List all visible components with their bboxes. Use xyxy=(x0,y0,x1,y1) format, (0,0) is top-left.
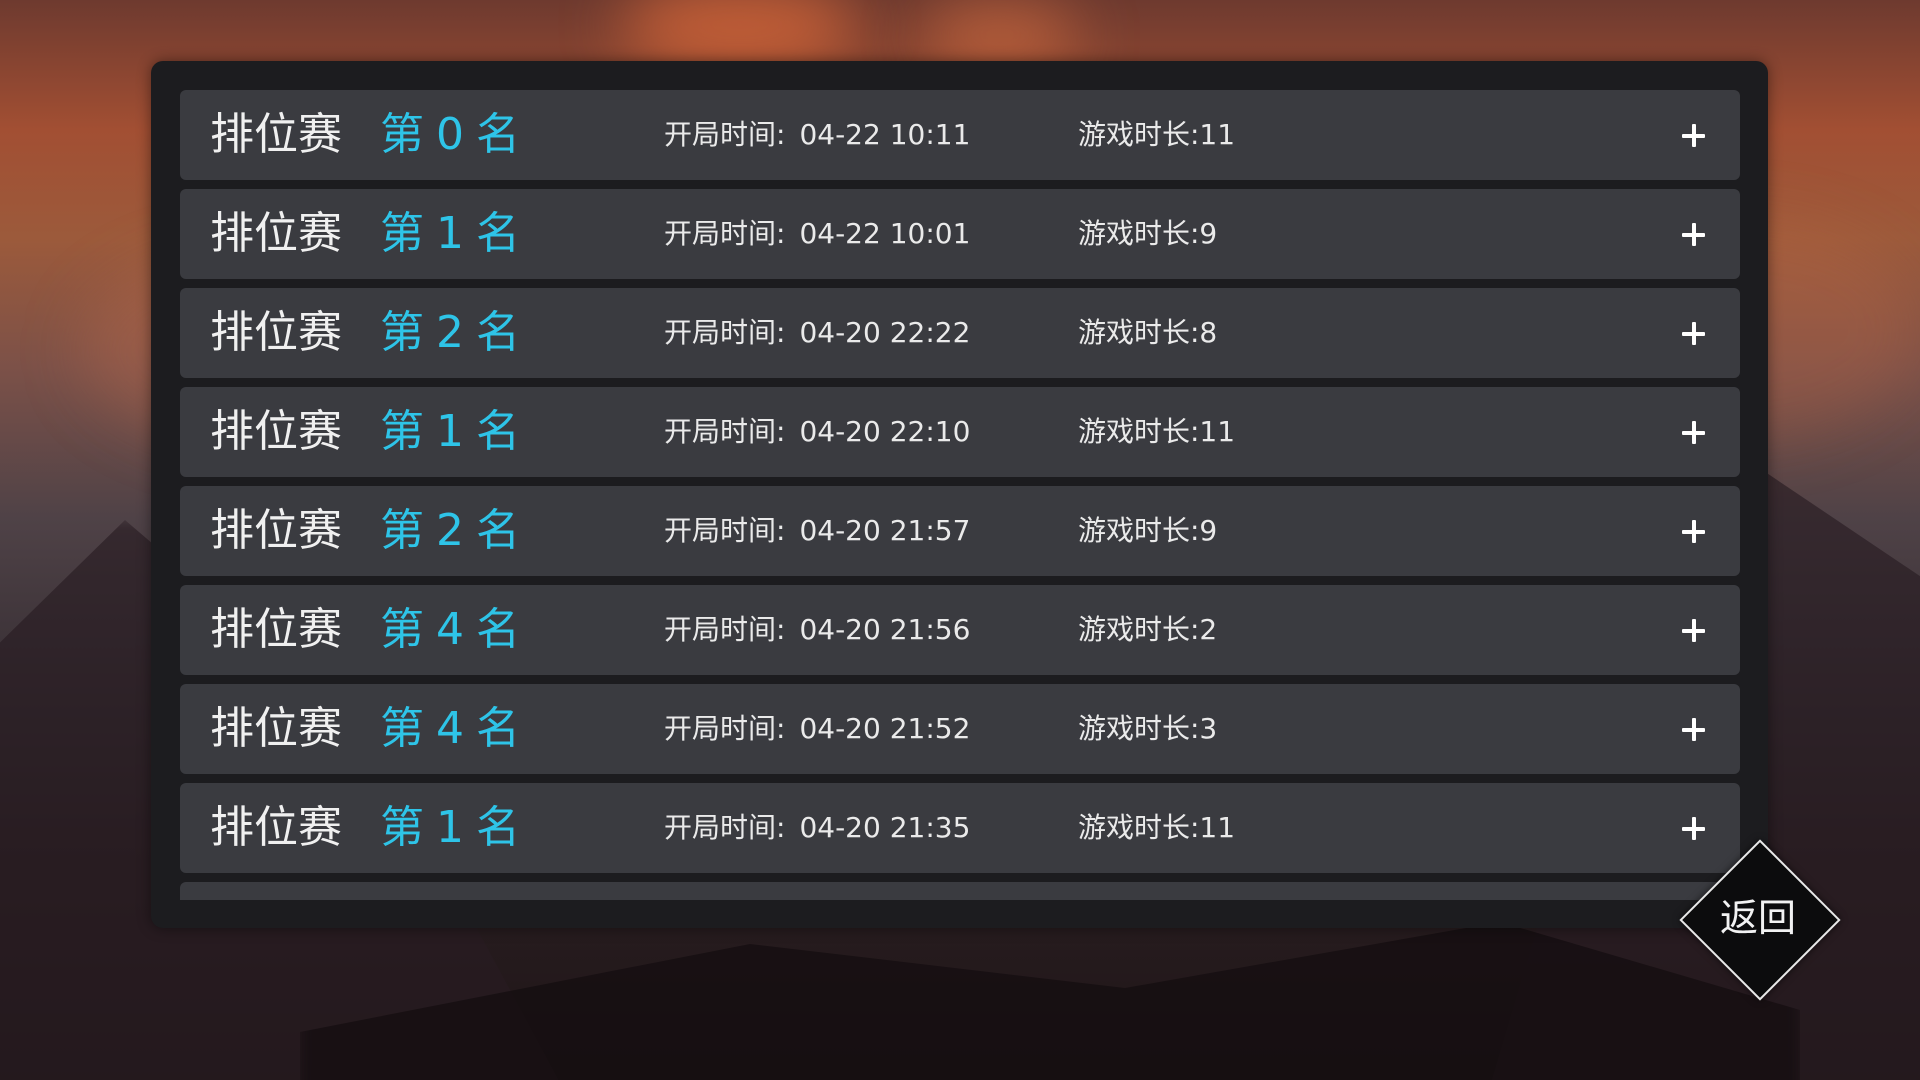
game-duration: 游戏时长:2 xyxy=(1078,613,1218,646)
rank-label: 第1名 xyxy=(380,802,520,853)
back-button[interactable]: 返回 xyxy=(1678,838,1841,1001)
rank-label: 第1名 xyxy=(380,208,520,259)
mode-label: 排位赛 xyxy=(210,703,342,754)
start-time: 开局时间: 04-22 10:11 xyxy=(664,118,971,151)
match-row[interactable]: 排位赛 第4名 开局时间: 04-20 21:52 游戏时长:3 xyxy=(180,684,1740,774)
start-time: 开局时间: 04-20 21:35 xyxy=(664,811,971,844)
start-time: 开局时间: 04-22 10:01 xyxy=(664,217,971,250)
plus-icon[interactable] xyxy=(1670,409,1716,455)
mode-label: 排位赛 xyxy=(210,604,342,655)
mode-label: 排位赛 xyxy=(210,406,342,457)
game-duration: 游戏时长:8 xyxy=(1078,316,1218,349)
game-duration: 游戏时长:11 xyxy=(1078,415,1236,448)
game-duration: 游戏时长:11 xyxy=(1078,118,1236,151)
match-row[interactable]: 排位赛 第4名 开局时间: 04-20 21:56 游戏时长:2 xyxy=(180,585,1740,675)
plus-icon[interactable] xyxy=(1670,112,1716,158)
rank-label: 第2名 xyxy=(380,307,520,358)
rank-label: 第4名 xyxy=(380,604,520,655)
match-row-partial[interactable] xyxy=(180,882,1740,900)
start-time: 开局时间: 04-20 21:57 xyxy=(664,514,971,547)
match-history-panel: 排位赛 第0名 开局时间: 04-22 10:11 游戏时长:11 排位赛 第1名… xyxy=(151,61,1768,928)
match-list[interactable]: 排位赛 第0名 开局时间: 04-22 10:11 游戏时长:11 排位赛 第1名… xyxy=(180,90,1740,900)
plus-icon[interactable] xyxy=(1670,706,1716,752)
start-time: 开局时间: 04-20 21:52 xyxy=(664,712,971,745)
mode-label: 排位赛 xyxy=(210,208,342,259)
back-button-label: 返回 xyxy=(1719,896,1796,940)
plus-icon[interactable] xyxy=(1670,508,1716,554)
rank-label: 第4名 xyxy=(380,703,520,754)
rank-label: 第2名 xyxy=(380,505,520,556)
sky-glow xyxy=(620,0,860,70)
game-duration: 游戏时长:9 xyxy=(1078,514,1218,547)
match-row[interactable]: 排位赛 第2名 开局时间: 04-20 22:22 游戏时长:8 xyxy=(180,288,1740,378)
match-row[interactable]: 排位赛 第2名 开局时间: 04-20 21:57 游戏时长:9 xyxy=(180,486,1740,576)
plus-icon[interactable] xyxy=(1670,211,1716,257)
game-duration: 游戏时长:9 xyxy=(1078,217,1218,250)
rank-label: 第0名 xyxy=(380,109,520,160)
start-time: 开局时间: 04-20 21:56 xyxy=(664,613,971,646)
mode-label: 排位赛 xyxy=(210,505,342,556)
mode-label: 排位赛 xyxy=(210,307,342,358)
plus-icon[interactable] xyxy=(1670,607,1716,653)
start-time: 开局时间: 04-20 22:22 xyxy=(664,316,971,349)
game-duration: 游戏时长:3 xyxy=(1078,712,1218,745)
match-row[interactable]: 排位赛 第0名 开局时间: 04-22 10:11 游戏时长:11 xyxy=(180,90,1740,180)
match-row[interactable]: 排位赛 第1名 开局时间: 04-20 22:10 游戏时长:11 xyxy=(180,387,1740,477)
match-row[interactable]: 排位赛 第1名 开局时间: 04-20 21:35 游戏时长:11 xyxy=(180,783,1740,873)
mode-label: 排位赛 xyxy=(210,109,342,160)
plus-icon[interactable] xyxy=(1670,310,1716,356)
sky-glow xyxy=(920,0,1080,70)
game-duration: 游戏时长:11 xyxy=(1078,811,1236,844)
match-row[interactable]: 排位赛 第1名 开局时间: 04-22 10:01 游戏时长:9 xyxy=(180,189,1740,279)
start-time: 开局时间: 04-20 22:10 xyxy=(664,415,971,448)
rank-label: 第1名 xyxy=(380,406,520,457)
mode-label: 排位赛 xyxy=(210,802,342,853)
